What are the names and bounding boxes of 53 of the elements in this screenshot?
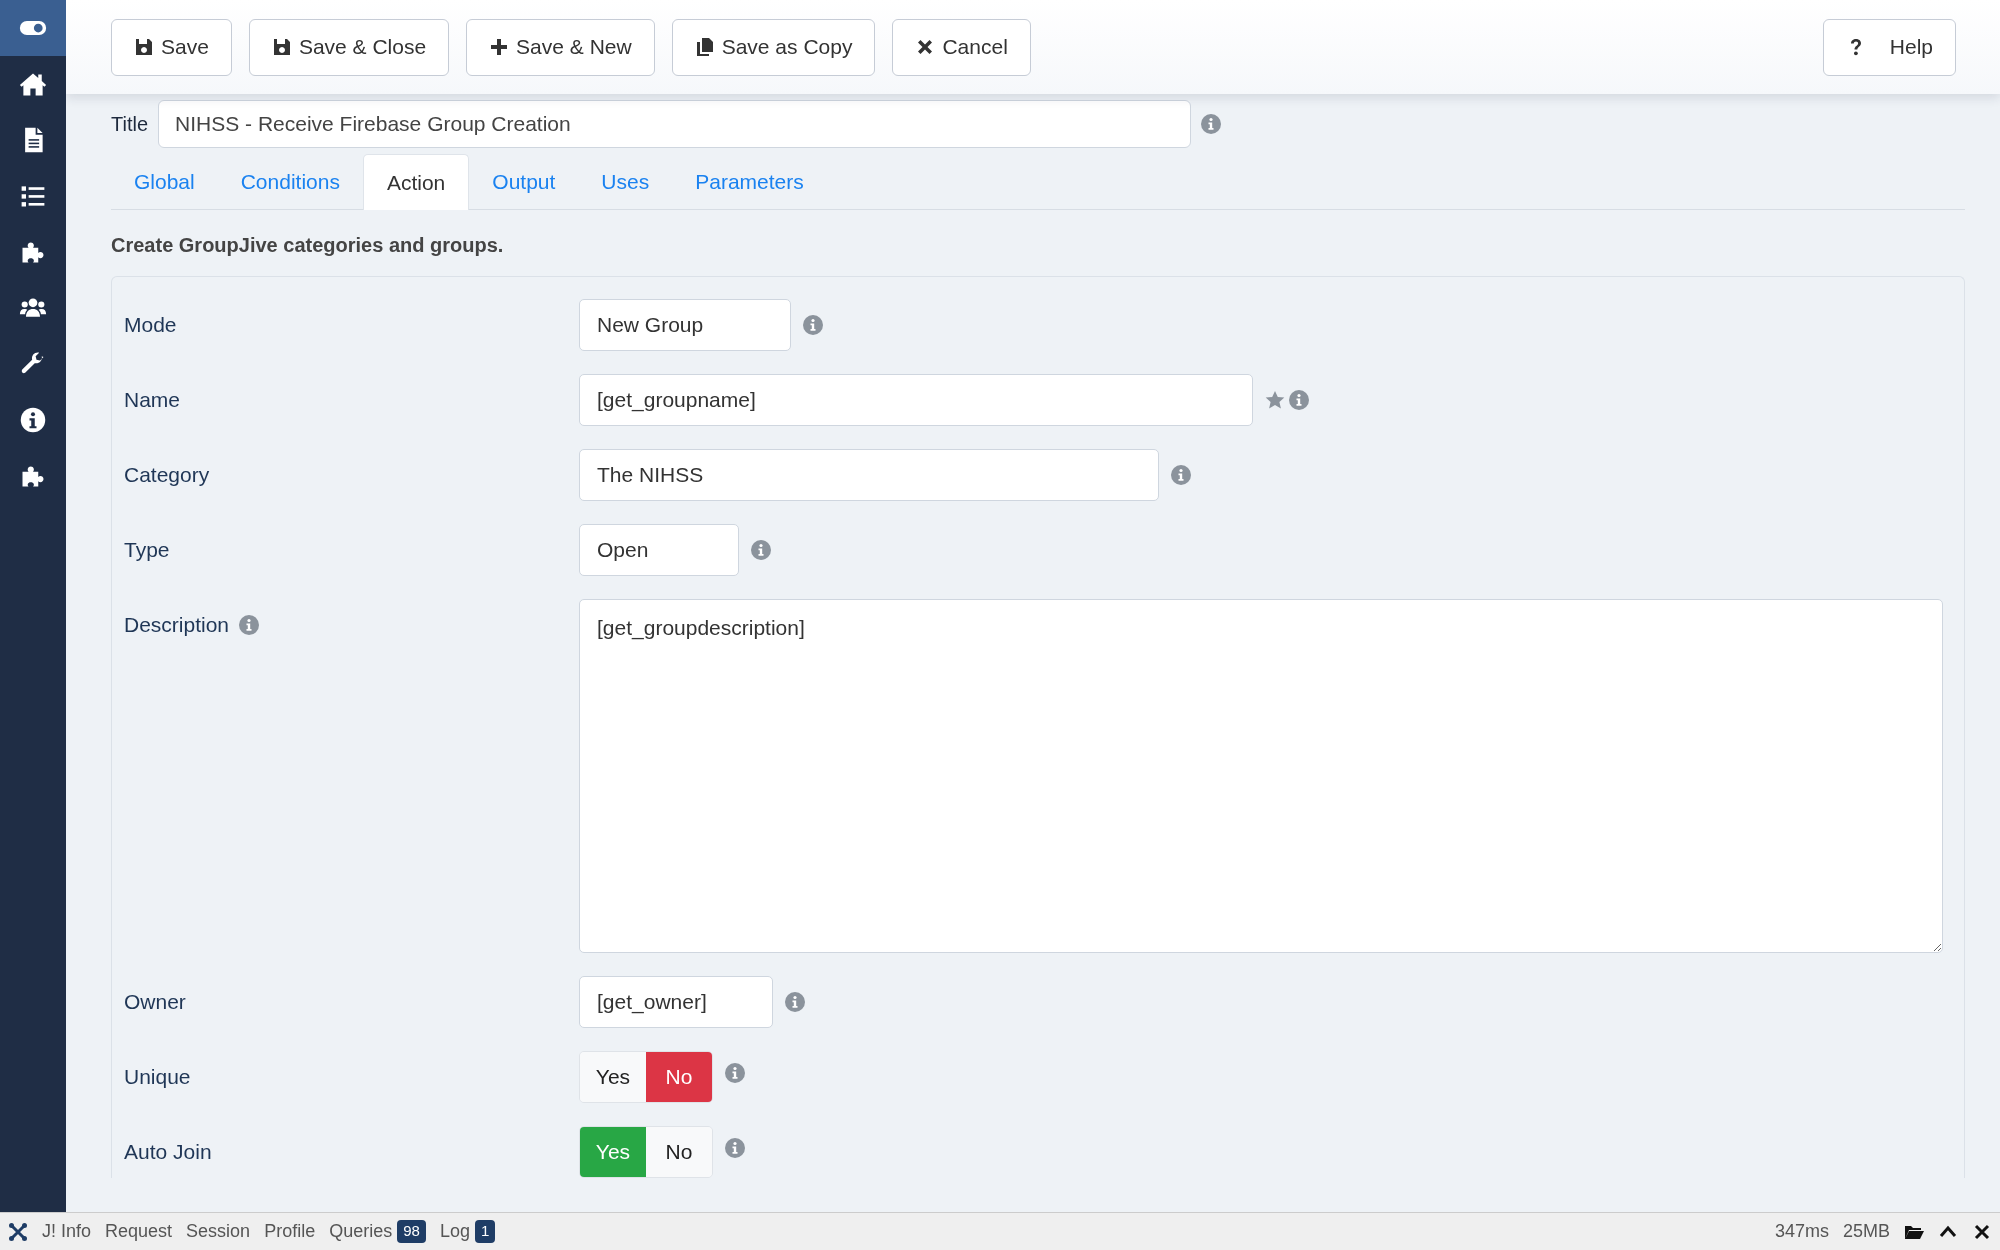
- toolbar-button[interactable]: Save: [111, 18, 232, 76]
- field-label: Description: [124, 612, 230, 639]
- toggle-option[interactable]: No: [646, 1127, 712, 1177]
- info-icon: [1171, 465, 1191, 485]
- field-label: Auto Join: [124, 1139, 212, 1166]
- field-label: Unique: [124, 1064, 191, 1091]
- time-reading: 347ms: [1774, 1220, 1829, 1243]
- title-field[interactable]: NIHSS - Receive Firebase Group Creation: [158, 100, 1192, 148]
- toolbar-button[interactable]: Save & Close: [248, 18, 450, 76]
- field-label: Owner: [124, 989, 186, 1016]
- debug-tab[interactable]: Queries: [329, 1218, 393, 1245]
- count-badge: 1: [474, 1220, 496, 1243]
- info-icon: [1201, 114, 1222, 134]
- debug-tab[interactable]: Profile: [264, 1218, 316, 1245]
- info-icon: [1289, 390, 1309, 410]
- text-area[interactable]: [get_groupdescription]: [579, 599, 1943, 953]
- plus-icon: [489, 37, 510, 57]
- toolbar-button[interactable]: Cancel: [892, 18, 1031, 76]
- debug-tab[interactable]: Session: [186, 1218, 251, 1245]
- help-button[interactable]: Help: [1822, 18, 1956, 76]
- info-icon: [239, 615, 260, 635]
- count-badge: 98: [397, 1220, 426, 1243]
- field-label: Mode: [124, 312, 177, 339]
- toggle-option[interactable]: Yes: [580, 1052, 646, 1102]
- input-field[interactable]: [get_owner]: [579, 976, 773, 1028]
- info-icon: [19, 406, 47, 434]
- debug-tab[interactable]: J! Info: [42, 1218, 92, 1245]
- copy-icon: [694, 37, 715, 57]
- toolbar-button[interactable]: Save & New: [466, 18, 655, 76]
- logo-icon[interactable]: [8, 1221, 28, 1242]
- info-icon: [751, 540, 771, 560]
- field-label: Category: [124, 462, 210, 489]
- memory-reading: 25MB: [1842, 1220, 1890, 1243]
- info-icon: [785, 992, 805, 1012]
- info-icon: [725, 1063, 745, 1083]
- dropdown[interactable]: Open: [579, 524, 739, 576]
- floppy-icon: [271, 37, 292, 57]
- debug-tab[interactable]: Request: [105, 1218, 173, 1245]
- debug-tab[interactable]: Log: [439, 1218, 470, 1245]
- floppy-icon: [134, 37, 154, 57]
- field-label: Name: [124, 387, 181, 414]
- info-icon: [725, 1138, 745, 1158]
- toolbar-button[interactable]: Save as Copy: [671, 18, 876, 76]
- section-heading: Create GroupJive categories and groups.: [111, 233, 505, 258]
- sidebar-item[interactable]: [0, 0, 66, 56]
- tab[interactable]: Action: [362, 154, 470, 210]
- field-label: Title: [111, 112, 149, 137]
- dropdown[interactable]: New Group: [579, 299, 791, 351]
- field-label: Type: [124, 537, 170, 564]
- toggle-option[interactable]: No: [646, 1052, 712, 1102]
- dropdown[interactable]: The NIHSS: [579, 449, 1159, 501]
- info-icon: [803, 315, 823, 335]
- input-field[interactable]: [get_groupname]: [579, 374, 1253, 426]
